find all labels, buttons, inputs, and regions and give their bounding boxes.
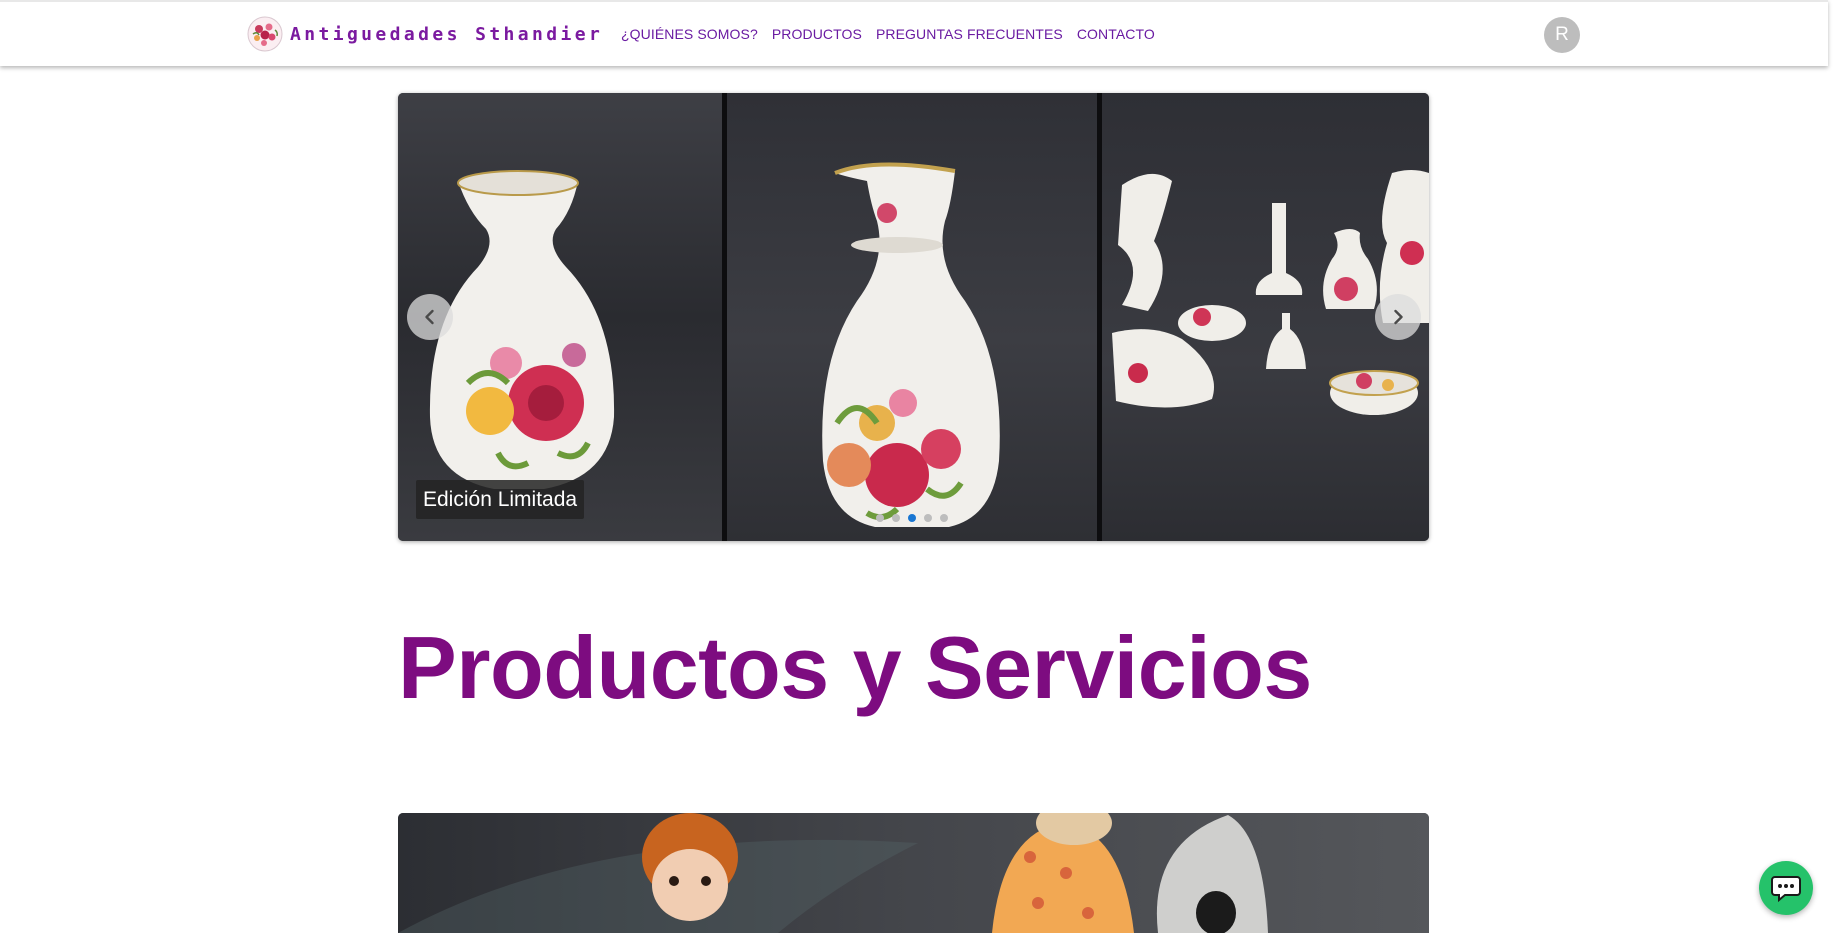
brand[interactable]: Antiguedades Sthandier bbox=[246, 16, 603, 52]
user-avatar[interactable]: R bbox=[1544, 17, 1580, 53]
avatar-initial: R bbox=[1555, 24, 1569, 45]
nav-link-preguntas-frecuentes[interactable]: PREGUNTAS FRECUENTES bbox=[876, 26, 1063, 42]
carousel-prev-button[interactable] bbox=[407, 294, 453, 340]
nav-link-quienes-somos[interactable]: ¿QUIÉNES SOMOS? bbox=[621, 26, 758, 42]
chat-bubble-icon bbox=[1771, 876, 1801, 902]
nav-menu: ¿QUIÉNES SOMOS? PRODUCTOS PREGUNTAS FREC… bbox=[621, 26, 1169, 42]
doll-figurines-image bbox=[398, 813, 1429, 933]
carousel-dot[interactable] bbox=[876, 514, 884, 522]
carousel-image-floral-jug bbox=[727, 93, 1097, 541]
image-carousel: Edición Limitada bbox=[398, 93, 1429, 541]
chevron-right-icon bbox=[1394, 309, 1403, 325]
chevron-left-icon bbox=[425, 309, 434, 325]
nav-link-productos[interactable]: PRODUCTOS bbox=[772, 26, 862, 42]
chat-button[interactable] bbox=[1759, 861, 1813, 915]
carousel-dot[interactable] bbox=[892, 514, 900, 522]
product-card-image[interactable] bbox=[398, 813, 1429, 933]
floral-logo-icon bbox=[247, 16, 283, 52]
top-navbar: Antiguedades Sthandier ¿QUIÉNES SOMOS? P… bbox=[0, 0, 1828, 66]
carousel-indicators bbox=[876, 514, 956, 522]
carousel-caption: Edición Limitada bbox=[416, 480, 585, 519]
nav-link-contacto[interactable]: CONTACTO bbox=[1077, 26, 1155, 42]
carousel-next-button[interactable] bbox=[1375, 294, 1421, 340]
section-title: Productos y Servicios bbox=[398, 618, 1312, 717]
brand-name: Antiguedades Sthandier bbox=[290, 23, 604, 45]
carousel-dot[interactable] bbox=[940, 514, 948, 522]
carousel-dot[interactable] bbox=[924, 514, 932, 522]
carousel-dot-active[interactable] bbox=[908, 514, 916, 522]
